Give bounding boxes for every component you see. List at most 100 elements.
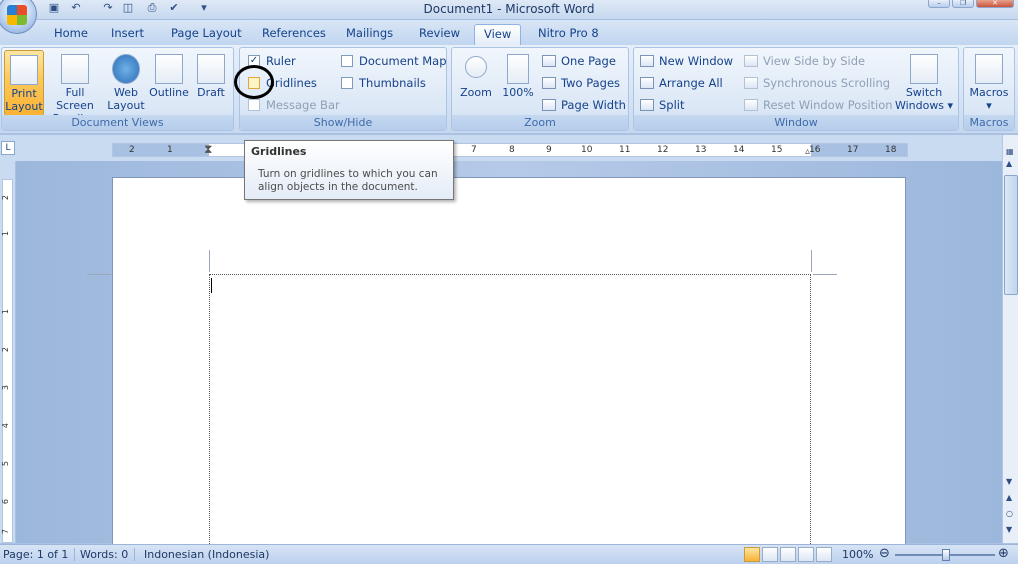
status-draft-icon[interactable] [816,547,832,562]
select-browse-object-icon[interactable]: ○ [1006,509,1013,518]
switch-windows-icon [910,54,938,84]
status-full-screen-icon[interactable] [762,547,778,562]
zoom-100-label: 100% [502,86,534,99]
vruler-tick: 4 [1,423,10,429]
crop-mark [209,250,210,272]
one-page-icon [542,54,556,67]
page-width-button[interactable]: Page Width [542,96,626,114]
group-label-zoom: Zoom [452,115,628,130]
text-cursor [211,278,212,293]
status-outline-icon[interactable] [798,547,814,562]
tab-selector-icon[interactable]: L [1,141,15,155]
arrange-all-label: Arrange All [659,76,723,90]
crop-mark [813,274,837,275]
previous-page-icon[interactable]: ▲ [1006,493,1012,502]
tooltip-title: Gridlines [251,145,307,158]
synchronous-scrolling-button[interactable]: Synchronous Scrolling [744,74,890,92]
zoom-out-icon[interactable]: ⊖ [879,546,890,561]
thumbnails-checkbox[interactable]: Thumbnails [341,74,426,92]
web-layout-label1: Web [114,86,138,99]
word-count[interactable]: Words: 0 [80,548,136,561]
crop-mark [87,274,111,275]
zoom-label: Zoom [460,86,492,99]
group-label-show-hide: Show/Hide [240,115,446,130]
print-layout-button[interactable]: Print Layout [4,50,44,116]
zoom-in-icon[interactable]: ⊕ [998,546,1009,561]
reset-window-position-button[interactable]: Reset Window Position [744,96,893,114]
tab-home[interactable]: Home [45,24,97,45]
scroll-up-icon[interactable]: ▲ [1006,159,1012,168]
status-print-layout-icon[interactable] [744,547,760,562]
group-label-document-views: Document Views [2,115,233,130]
switch-windows-button[interactable]: Switch Windows ▾ [892,50,956,116]
ruler-bar: L 2 1 1 2 7 8 9 10 11 12 13 14 15 16 17 … [0,135,1018,161]
close-button[interactable]: ✕ [976,0,1014,8]
tab-page-layout[interactable]: Page Layout [162,24,251,45]
zoom-100-button[interactable]: 100% [500,50,536,116]
zoom-level[interactable]: 100% [842,548,873,561]
right-indent-marker-icon[interactable]: ▵ [805,146,810,157]
vruler-tick: 1 [1,231,10,237]
two-pages-button[interactable]: Two Pages [542,74,620,92]
new-window-button[interactable]: New Window [640,52,733,70]
draft-icon [197,54,225,84]
ruler-tick: 13 [695,145,707,155]
outline-button[interactable]: Outline [148,50,190,116]
web-layout-button[interactable]: Web Layout [106,50,146,116]
arrange-all-button[interactable]: Arrange All [640,74,723,92]
new-window-label: New Window [659,54,734,68]
zoom-slider-knob[interactable] [942,549,950,561]
arrange-all-icon [640,76,654,89]
zoom-slider[interactable] [895,549,995,561]
office-logo-icon [7,5,27,25]
vertical-scrollbar[interactable]: ▦ ▲ ▼ ▲ ○ ▼ [1002,135,1018,543]
draft-button[interactable]: Draft [192,50,230,116]
scroll-down-icon[interactable]: ▼ [1006,477,1012,486]
tab-view[interactable]: View [474,24,522,45]
ruler-tick: 10 [581,145,593,155]
restore-button[interactable]: ❐ [952,0,974,8]
ruler-tick: 12 [657,145,669,155]
tab-nitro-pro[interactable]: Nitro Pro 8 [529,24,608,45]
group-label-window: Window [634,115,958,130]
split-button[interactable]: Split [640,96,685,114]
tab-insert[interactable]: Insert [102,24,153,45]
macros-label: Macros [969,86,1009,99]
ruler-tick: 9 [546,145,552,155]
web-layout-label2: Layout [107,99,145,112]
document-page[interactable] [87,177,906,554]
view-side-by-side-button[interactable]: View Side by Side [744,52,865,70]
scroll-thumb[interactable] [1004,175,1018,295]
window-title: Document1 - Microsoft Word [423,2,595,16]
language-indicator[interactable]: Indonesian (Indonesia) [144,548,269,561]
page-count[interactable]: Page: 1 of 1 [3,548,76,561]
group-document-views: PrintLayout Full ScreenReading WebLayout… [1,47,234,131]
ruler-toggle-icon[interactable]: ▦ [1006,147,1014,156]
page-width-icon [542,98,556,111]
indent-marker-icon[interactable]: ⧗ [204,142,212,157]
synchronous-scrolling-icon [744,76,758,89]
macros-button[interactable]: Macros ▾ [966,50,1012,116]
synchronous-scrolling-label: Synchronous Scrolling [763,76,891,90]
web-layout-icon [112,54,140,84]
outline-label: Outline [149,86,189,99]
tab-review[interactable]: Review [410,24,469,45]
status-web-layout-icon[interactable] [780,547,796,562]
left-margin-area [113,144,209,156]
message-bar-checkbox[interactable]: Message Bar [248,96,340,114]
crop-mark [811,250,812,272]
minimize-button[interactable]: – [928,0,950,8]
tab-references[interactable]: References [253,24,335,45]
next-page-icon[interactable]: ▼ [1006,525,1012,534]
split-icon [640,98,654,111]
full-screen-reading-button[interactable]: Full ScreenReading [46,50,104,125]
zoom-button[interactable]: Zoom [456,50,496,116]
ribbon-tabs: Home Insert Page Layout References Maili… [0,20,1018,59]
tab-mailings[interactable]: Mailings [337,24,402,45]
document-map-checkbox[interactable]: Document Map [341,52,447,70]
thumbnails-box [341,76,353,89]
horizontal-ruler[interactable]: 2 1 1 2 7 8 9 10 11 12 13 14 15 16 17 18… [112,142,908,157]
full-screen-reading-icon [61,54,89,84]
one-page-button[interactable]: One Page [542,52,616,70]
tooltip-body-line2: align objects in the document. [258,181,418,193]
